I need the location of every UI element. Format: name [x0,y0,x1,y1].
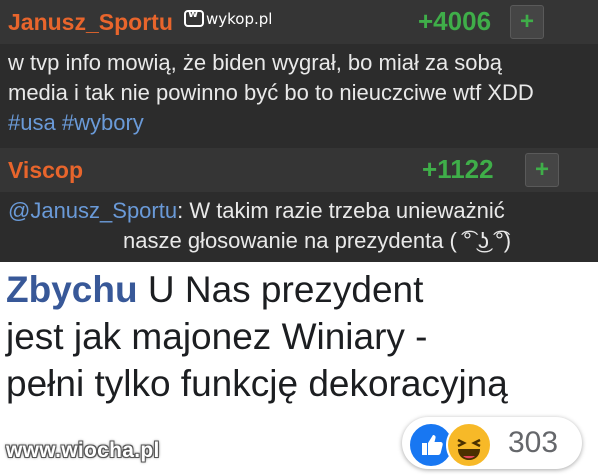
wykop-logo-text: wykop.pl [206,10,273,28]
wykop-screenshot: Janusz_Sportu wykop.pl +4006 + w tvp inf… [0,0,598,262]
comment-body: w tvp info mowią, że biden wygrał, bo mi… [8,48,534,138]
haha-icon [446,422,492,468]
reactions-badge[interactable]: 303 [402,417,582,469]
reaction-count: 303 [508,426,559,459]
comment-header: Janusz_Sportu wykop.pl +4006 + [0,0,598,44]
wykop-logo-icon [184,7,204,27]
vote-score: +1122 [422,154,494,184]
comment-line: @Janusz_Sportu: W takim razie trzeba uni… [8,196,511,226]
fb-text-line: U Nas prezydent [147,269,424,310]
comment-line: nasze głosowanie na prezydenta ( ͡° ͜ʖ ͡… [123,228,512,253]
fb-text-line: jest jak majonez Winiary - [6,316,428,357]
tag-link[interactable]: #usa [8,110,56,135]
tag-link[interactable]: #wybory [62,110,144,135]
upvote-button[interactable]: + [510,5,544,39]
comment-line: w tvp info mowią, że biden wygrał, bo mi… [8,50,503,75]
comment-text: : W takim razie trzeba unieważnić [177,198,505,223]
upvote-button[interactable]: + [525,153,559,187]
fb-text-line: pełni tylko funkcję dekoracyjną [6,363,508,404]
fb-author-name[interactable]: Zbychu [6,269,138,310]
fb-comment-text: Zbychu U Nas prezydent jest jak majonez … [6,266,586,407]
comment-author[interactable]: Janusz_Sportu [8,9,173,36]
comment-body: @Janusz_Sportu: W takim razie trzeba uni… [8,196,511,256]
fb-line: Zbychu U Nas prezydent [6,266,586,313]
comment-line: media i tak nie powinno być bo to nieucz… [8,80,534,105]
comment-author[interactable]: Viscop [8,157,83,184]
watermark: www.wiocha.pl [6,439,160,462]
mention-link[interactable]: @Janusz_Sportu [8,198,177,223]
vote-score: +4006 [418,6,492,36]
facebook-comment: Zbychu U Nas prezydent jest jak majonez … [0,262,598,475]
wykop-logo: wykop.pl [184,7,273,28]
comment-header: Viscop +1122 + [0,148,598,192]
comment-tags: #usa #wybory [8,108,534,138]
